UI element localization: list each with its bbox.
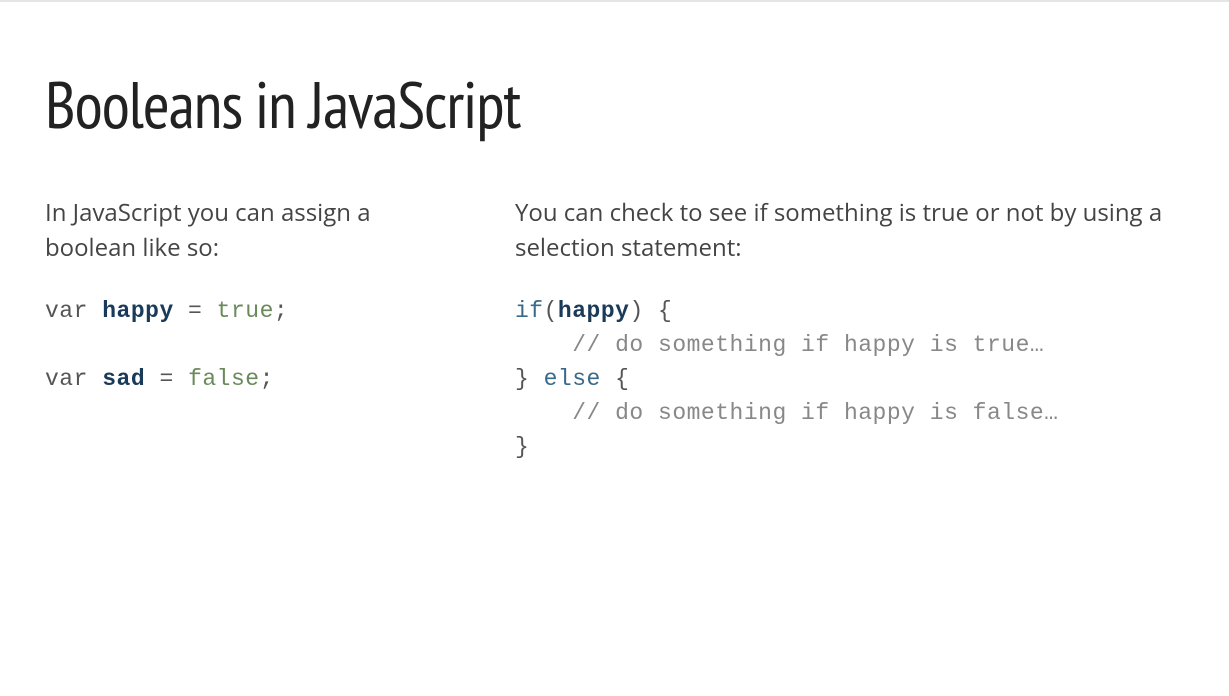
slide-title: Booleans in JavaScript [45,62,1184,146]
code-semi: ; [274,298,288,324]
left-intro-text: In JavaScript you can assign a boolean l… [45,196,415,266]
code-brace: { [615,366,629,392]
column-left: In JavaScript you can assign a boolean l… [45,196,415,464]
column-right: You can check to see if something is tru… [515,196,1184,464]
slide-content: Booleans in JavaScript In JavaScript you… [0,2,1229,504]
code-keyword: var [45,366,88,392]
code-semi: ; [260,366,274,392]
code-false: false [188,366,260,392]
code-true: true [217,298,274,324]
code-brace: } [515,366,529,392]
code-rparen: ) [629,298,643,324]
code-varname: happy [102,298,174,324]
code-lparen: ( [544,298,558,324]
code-keyword: var [45,298,88,324]
code-eq: = [145,366,188,392]
code-condition: happy [558,298,630,324]
code-block-if-else: if(happy) { // do something if happy is … [515,294,1184,464]
code-eq: = [174,298,217,324]
code-varname: sad [102,366,145,392]
code-block-assign-happy: var happy = true; var sad = false; [45,294,415,396]
code-comment: // do something if happy is true… [515,332,1044,358]
code-brace: { [644,298,673,324]
code-comment: // do something if happy is false… [515,400,1059,426]
code-if: if [515,298,544,324]
columns: In JavaScript you can assign a boolean l… [45,196,1184,464]
right-intro-text: You can check to see if something is tru… [515,196,1184,266]
code-brace: } [515,434,529,460]
code-else: else [529,366,615,392]
